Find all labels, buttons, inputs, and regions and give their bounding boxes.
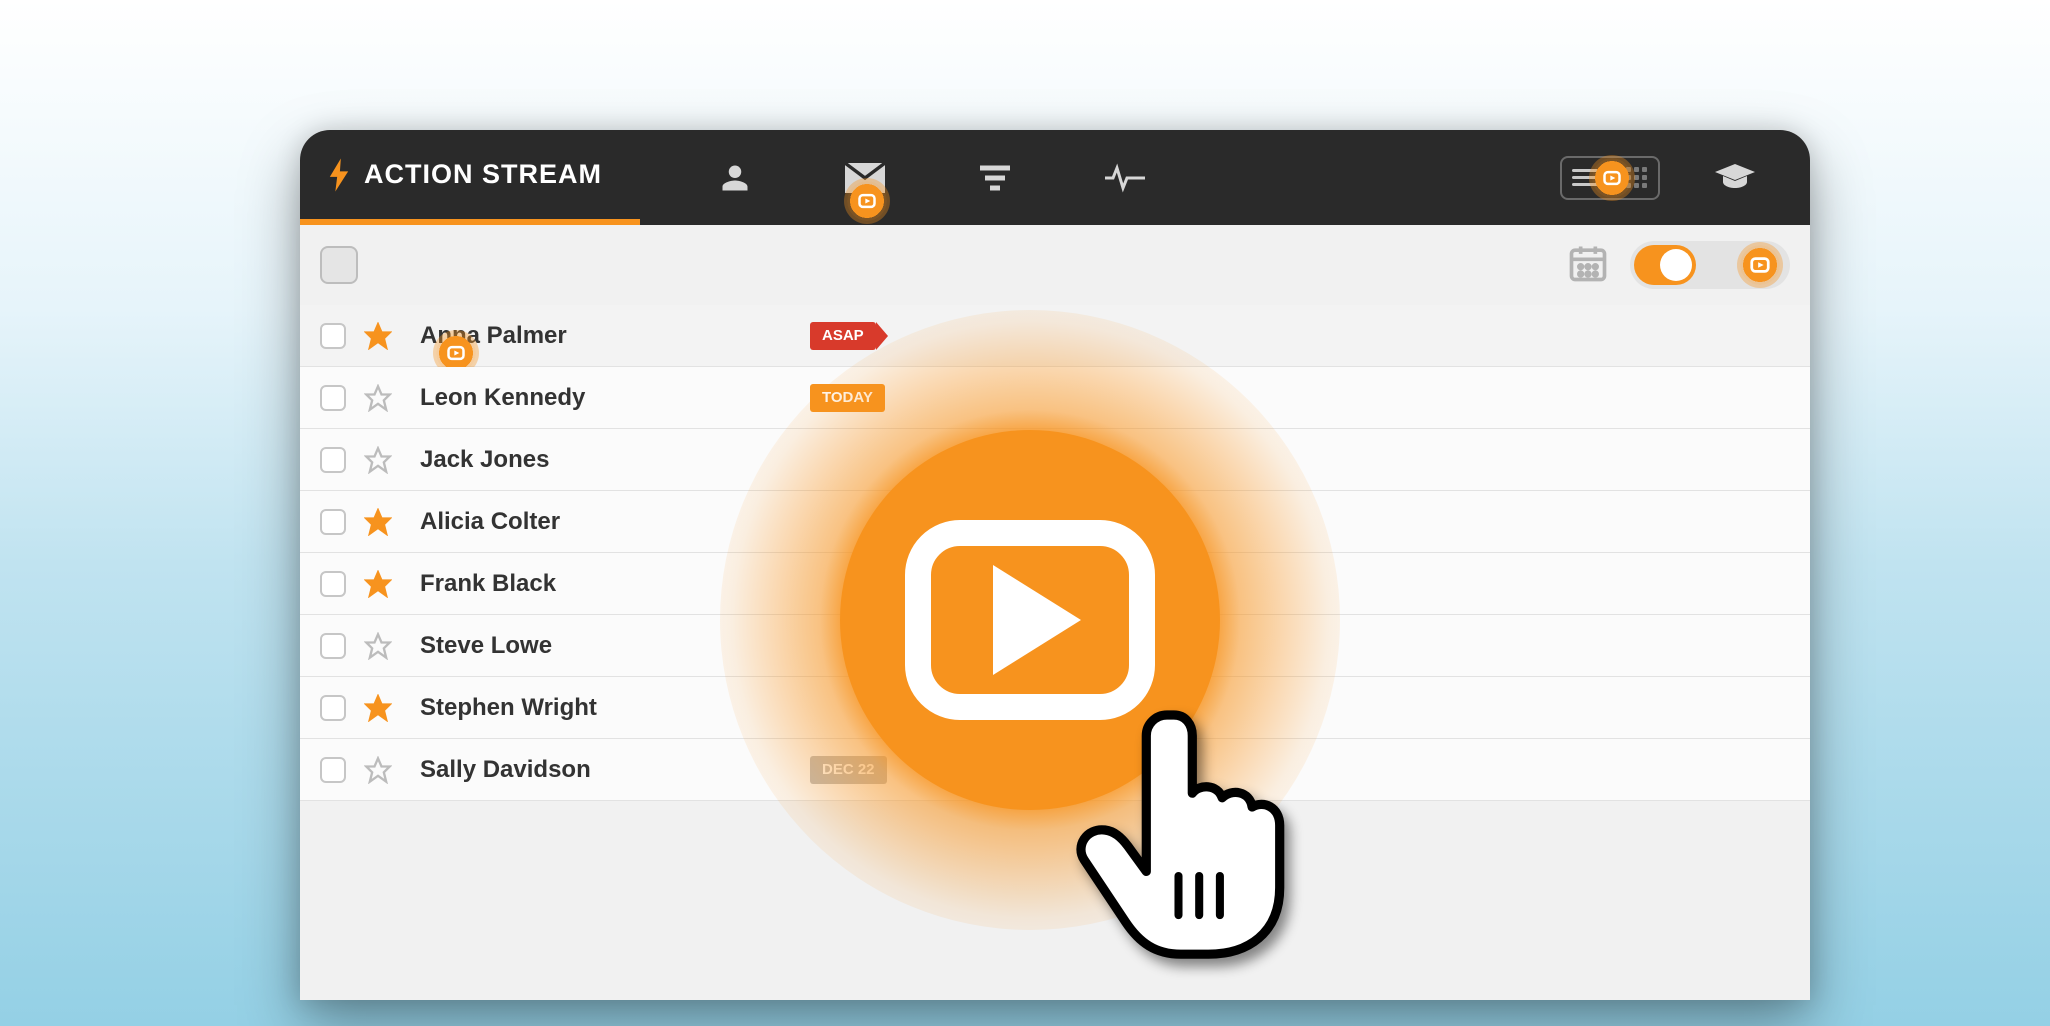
view-toggle[interactable]	[1560, 156, 1660, 200]
contact-row[interactable]: Sally Davidson DEC 22	[300, 739, 1810, 801]
star-icon[interactable]	[364, 570, 392, 598]
due-badge: TODAY	[810, 384, 885, 412]
star-icon[interactable]	[364, 446, 392, 474]
contact-row[interactable]: Frank Black	[300, 553, 1810, 615]
contact-name: Steve Lowe	[410, 632, 552, 660]
contact-name: Alicia Colter	[410, 508, 560, 536]
mail-tutorial-hotspot[interactable]	[847, 181, 887, 221]
contact-list: Anna Palmer ASAP Leon Kennedy TODAY Jack Jon…	[300, 305, 1810, 801]
row-checkbox[interactable]	[320, 757, 346, 783]
star-icon[interactable]	[364, 694, 392, 722]
topbar-right	[1560, 130, 1810, 225]
bolt-icon	[328, 158, 350, 192]
row-checkbox[interactable]	[320, 633, 346, 659]
brand-title: ACTION STREAM	[364, 159, 602, 190]
contact-name: Leon Kennedy	[410, 384, 585, 412]
topbar: ACTION STREAM	[300, 130, 1810, 225]
row-checkbox[interactable]	[320, 385, 346, 411]
contact-row[interactable]: Steve Lowe	[300, 615, 1810, 677]
contacts-icon[interactable]	[720, 162, 750, 194]
row-checkbox[interactable]	[320, 695, 346, 721]
view-tutorial-hotspot[interactable]	[1592, 158, 1632, 198]
contact-name: Jack Jones	[410, 446, 549, 474]
list-toolbar	[300, 225, 1810, 305]
contact-row[interactable]: Jack Jones	[300, 429, 1810, 491]
toggle-tutorial-hotspot[interactable]	[1740, 245, 1780, 285]
stream-toggle-group	[1630, 241, 1790, 289]
stream-toggle[interactable]	[1634, 245, 1696, 285]
app-window: ACTION STREAM	[300, 130, 1810, 1000]
star-icon[interactable]	[364, 632, 392, 660]
row-checkbox[interactable]	[320, 323, 346, 349]
star-icon[interactable]	[364, 756, 392, 784]
star-icon[interactable]	[364, 508, 392, 536]
contact-name: Frank Black	[410, 570, 556, 598]
contact-row[interactable]: Stephen Wright	[300, 677, 1810, 739]
action-stream-tab[interactable]: ACTION STREAM	[300, 130, 640, 225]
contact-row[interactable]: Alicia Colter	[300, 491, 1810, 553]
mail-icon[interactable]	[845, 163, 885, 193]
contact-row[interactable]: Anna Palmer ASAP	[300, 305, 1810, 367]
contact-name: Stephen Wright	[410, 694, 597, 722]
row-checkbox[interactable]	[320, 509, 346, 535]
filter-icon[interactable]	[980, 165, 1010, 191]
graduation-icon[interactable]	[1715, 162, 1755, 194]
contact-name: Anna Palmer	[410, 322, 567, 350]
contact-row[interactable]: Leon Kennedy TODAY	[300, 367, 1810, 429]
activity-icon[interactable]	[1105, 163, 1145, 193]
calendar-icon[interactable]	[1566, 241, 1610, 290]
due-badge: DEC 22	[810, 756, 887, 784]
row-checkbox[interactable]	[320, 447, 346, 473]
nav-icons	[640, 130, 1145, 225]
star-icon[interactable]	[364, 384, 392, 412]
contact-name: Sally Davidson	[410, 756, 591, 784]
due-badge: ASAP	[810, 322, 876, 350]
row-checkbox[interactable]	[320, 571, 346, 597]
select-all-checkbox[interactable]	[320, 246, 358, 284]
star-icon[interactable]	[364, 322, 392, 350]
